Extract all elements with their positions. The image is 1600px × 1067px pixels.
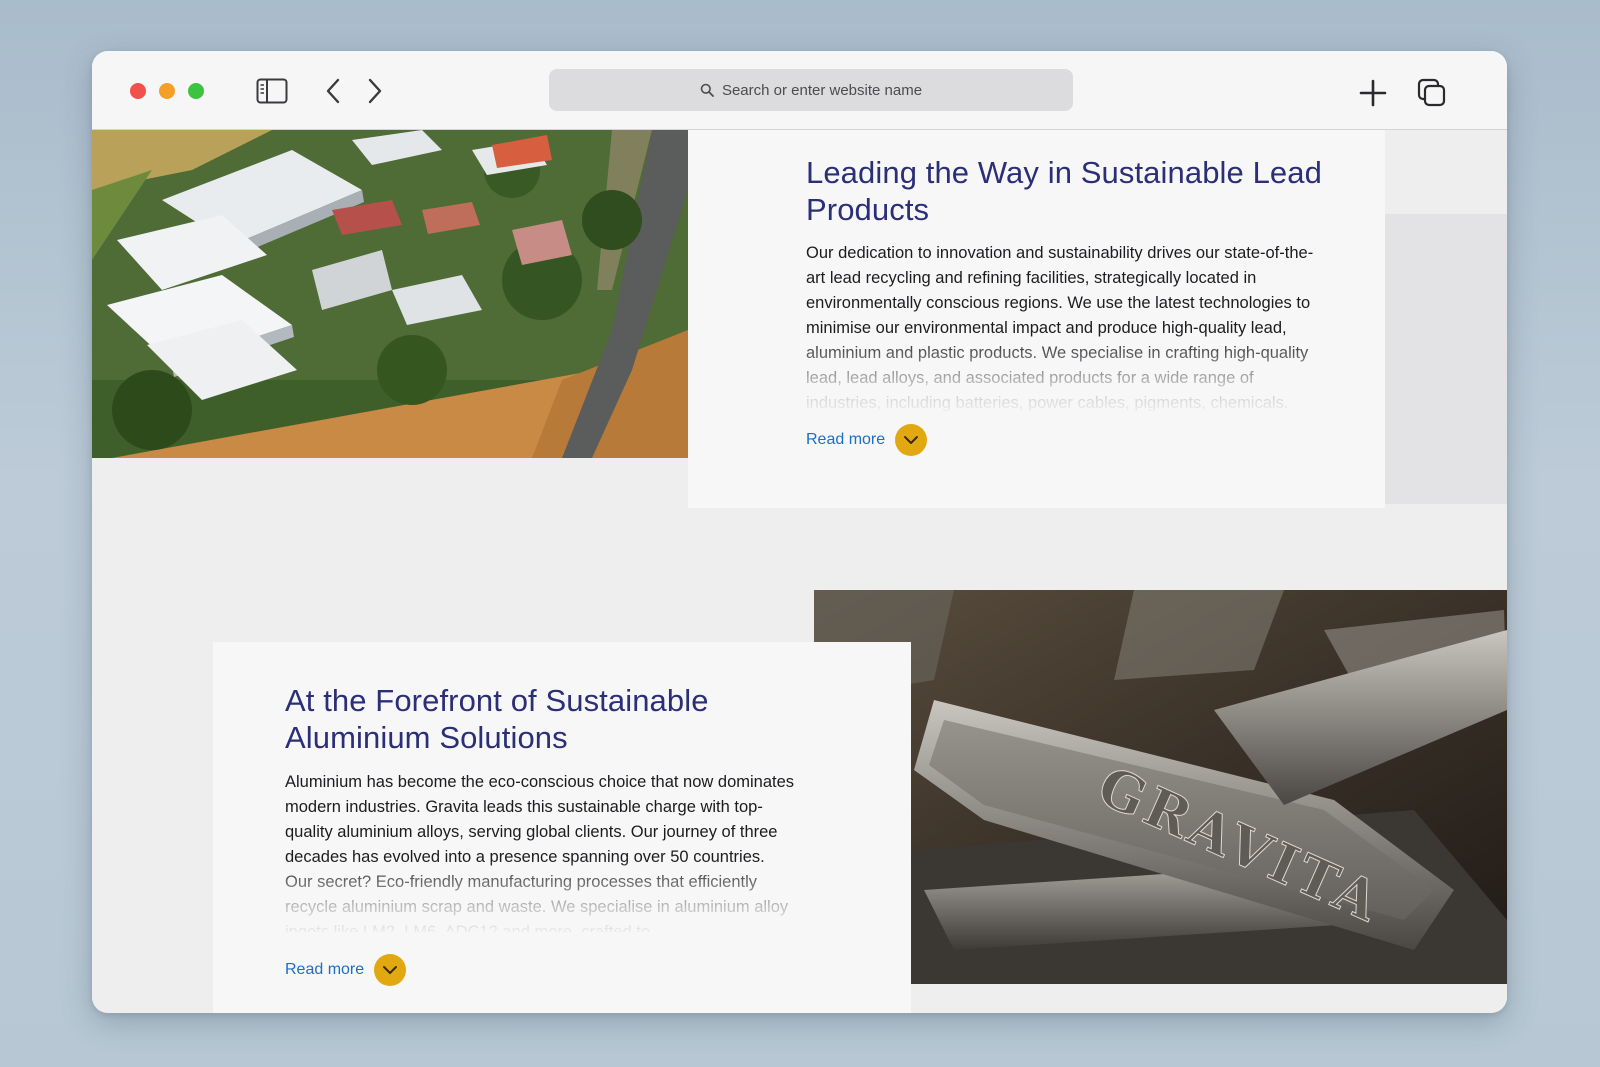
chevron-right-icon — [368, 78, 382, 104]
close-window-button[interactable] — [130, 83, 146, 99]
plus-icon — [1359, 79, 1387, 107]
section-body: Our dedication to innovation and sustain… — [806, 244, 1314, 411]
address-bar-placeholder: Search or enter website name — [721, 81, 923, 99]
sidebar-icon — [256, 78, 288, 104]
metal-ingots-image: GRAVITA — [814, 590, 1507, 984]
new-tab-button[interactable] — [1357, 77, 1389, 109]
tabs-icon — [1417, 78, 1446, 107]
decorative-block — [1385, 214, 1507, 504]
chevron-left-icon — [326, 78, 340, 104]
page-content: Leading the Way in Sustainable Lead Prod… — [92, 130, 1507, 1013]
section-title: Leading the Way in Sustainable Lead Prod… — [806, 155, 1322, 227]
minimize-window-button[interactable] — [159, 83, 175, 99]
section-body: Aluminium has become the eco-conscious c… — [285, 773, 795, 932]
maximize-window-button[interactable] — [188, 83, 204, 99]
back-button[interactable] — [320, 75, 346, 107]
sidebar-toggle-button[interactable] — [256, 77, 288, 105]
aerial-factory-image — [92, 130, 688, 458]
browser-window: Search or enter website name Leading the… — [92, 51, 1507, 1013]
lead-products-card: Leading the Way in Sustainable Lead Prod… — [688, 130, 1385, 508]
read-more-button[interactable]: Read more — [806, 424, 928, 456]
forward-button[interactable] — [362, 75, 388, 107]
read-more-label: Read more — [806, 431, 886, 448]
chevron-down-icon — [374, 954, 407, 986]
chevron-down-icon — [895, 424, 928, 456]
tab-overview-button[interactable] — [1416, 77, 1448, 109]
read-more-button[interactable]: Read more — [285, 954, 407, 986]
browser-toolbar: Search or enter website name — [92, 51, 1507, 130]
section-title: At the Forefront of Sustainable Aluminiu… — [285, 683, 709, 755]
address-bar[interactable]: Search or enter website name — [549, 69, 1073, 111]
search-icon — [700, 83, 714, 97]
read-more-label: Read more — [285, 961, 365, 978]
aluminium-solutions-card: At the Forefront of Sustainable Aluminiu… — [213, 642, 911, 1013]
